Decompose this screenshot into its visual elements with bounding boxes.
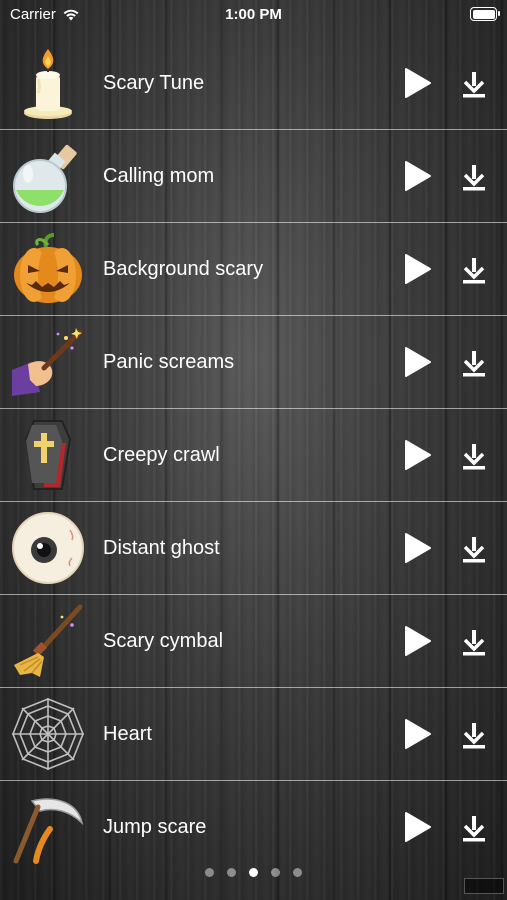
page-indicator[interactable] (0, 868, 507, 882)
download-icon[interactable] (461, 349, 487, 377)
sound-title: Creepy crawl (103, 444, 220, 466)
sound-title: Scary cymbal (103, 630, 224, 652)
potion-flask-icon (13, 144, 77, 213)
page-dot[interactable] (293, 868, 302, 877)
sound-title: Heart (103, 723, 152, 745)
page-dot[interactable] (205, 868, 214, 877)
page-dot[interactable] (227, 868, 236, 877)
play-icon[interactable] (402, 719, 432, 749)
download-icon[interactable] (461, 535, 487, 563)
download-icon[interactable] (461, 442, 487, 470)
download-icon[interactable] (461, 163, 487, 191)
list-item[interactable]: Jump scare (0, 781, 507, 873)
watermark-badge (464, 878, 504, 894)
sound-title: Scary Tune (103, 72, 205, 94)
list-item[interactable]: Creepy crawl (0, 409, 507, 502)
page-dot[interactable] (249, 868, 258, 877)
play-icon[interactable] (402, 254, 432, 284)
play-icon[interactable] (402, 347, 432, 377)
list-item[interactable]: Panic screams (0, 316, 507, 409)
play-icon[interactable] (402, 812, 432, 842)
page-dot[interactable] (271, 868, 280, 877)
list-item[interactable]: Scary Tune (0, 37, 507, 130)
play-icon[interactable] (402, 68, 432, 98)
coffin-icon (24, 420, 72, 490)
download-icon[interactable] (461, 70, 487, 98)
download-icon[interactable] (461, 256, 487, 284)
list-item[interactable]: Background scary (0, 223, 507, 316)
sound-title: Distant ghost (103, 537, 220, 559)
list-item[interactable]: Scary cymbal (0, 595, 507, 688)
list-item[interactable]: Distant ghost (0, 502, 507, 595)
pumpkin-icon (14, 233, 82, 303)
sound-list: Scary Tune Calling mom Background scary … (0, 37, 507, 873)
status-time: 1:00 PM (225, 6, 282, 23)
status-bar: Carrier 1:00 PM (0, 0, 507, 30)
sound-title: Panic screams (103, 351, 235, 373)
download-icon[interactable] (461, 628, 487, 656)
eyeball-icon (12, 512, 84, 584)
play-icon[interactable] (402, 440, 432, 470)
list-item[interactable]: Calling mom (0, 130, 507, 223)
download-icon[interactable] (461, 721, 487, 749)
witch-broom-icon (14, 604, 83, 677)
download-icon[interactable] (461, 814, 487, 842)
candle-icon (24, 49, 72, 119)
play-icon[interactable] (402, 626, 432, 656)
battery-icon (470, 7, 500, 21)
sound-title: Calling mom (103, 165, 215, 187)
play-icon[interactable] (402, 161, 432, 191)
scythe-icon (13, 798, 84, 864)
sound-title: Background scary (103, 258, 264, 280)
magic-wand-icon (12, 328, 83, 396)
list-item[interactable]: Heart (0, 688, 507, 781)
sound-title: Jump scare (103, 816, 207, 838)
spider-web-icon (12, 698, 84, 770)
play-icon[interactable] (402, 533, 432, 563)
